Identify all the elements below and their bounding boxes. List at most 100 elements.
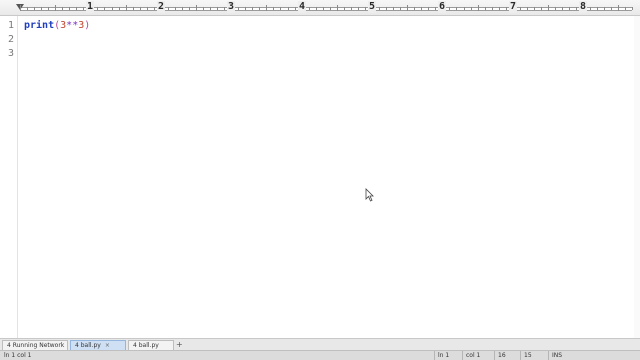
ruler-tick [618, 5, 619, 11]
ruler-tick [48, 7, 49, 10]
ruler-number: 5 [367, 1, 377, 13]
ruler-tick [499, 7, 500, 10]
ruler-tick [548, 5, 549, 11]
ruler-tick [435, 7, 436, 10]
ruler-tick [506, 7, 507, 10]
close-icon[interactable]: × [105, 342, 110, 349]
ruler-tick [140, 7, 141, 10]
ruler-tick [119, 7, 120, 10]
ruler-tick [189, 7, 190, 10]
ruler-tick [520, 7, 521, 10]
ruler-tick [485, 7, 486, 10]
status-column: col 1 [462, 351, 480, 360]
code-operator: ** [66, 20, 79, 31]
ruler-number: 3 [226, 1, 236, 13]
ruler-number: 2 [156, 1, 166, 13]
ruler-tick [34, 7, 35, 10]
ruler-tick [576, 7, 577, 10]
column-ruler: 1 2 3 4 5 6 7 8 [0, 0, 640, 16]
ruler-tick [288, 7, 289, 10]
ruler-tick [597, 7, 598, 10]
ruler-tick [196, 5, 197, 11]
ruler-tick [316, 7, 317, 10]
status-cell: 16 [494, 351, 506, 360]
status-cell: 15 [520, 351, 532, 360]
code-keyword: print [24, 20, 55, 31]
status-line: ln 1 [434, 351, 449, 360]
line-number: 3 [7, 48, 14, 59]
new-tab-button[interactable]: + [176, 339, 183, 350]
ruler-tick [210, 7, 211, 10]
ruler-tick [55, 5, 56, 11]
tab-ball[interactable]: 4 ball.py [128, 340, 174, 350]
ruler-tick [273, 7, 274, 10]
ruler-tick [323, 7, 324, 10]
status-bar: ln 1 col 1 ln 1 col 1 16 15 INS [0, 350, 640, 360]
status-position: ln 1 col 1 [4, 352, 32, 359]
line-number-gutter: 1 2 3 [0, 16, 18, 338]
ruler-tick [133, 7, 134, 10]
ruler-tick [358, 7, 359, 10]
ruler-tick [414, 7, 415, 10]
ruler-tick [569, 7, 570, 10]
tab-ball-active[interactable]: 4 ball.py × [70, 340, 126, 350]
ruler-tick [76, 7, 77, 10]
ruler-tick [20, 5, 21, 11]
ruler-tick [182, 7, 183, 10]
ruler-tick [625, 7, 626, 10]
ruler-tick [154, 7, 155, 10]
ruler-tick [238, 7, 239, 10]
ruler-tick [217, 7, 218, 10]
vertical-scrollbar[interactable] [634, 16, 640, 338]
line-number: 1 [7, 20, 14, 31]
code-line[interactable]: print(3**3) [24, 19, 90, 33]
ruler-tick [330, 7, 331, 10]
ruler-tick [421, 7, 422, 10]
tab-label: 4 Running Network [7, 342, 65, 349]
ruler-tick [351, 7, 352, 10]
status-insert-mode: INS [548, 351, 562, 360]
ruler-tick [168, 7, 169, 10]
ruler-number: 6 [437, 1, 447, 13]
ruler-tick [309, 7, 310, 10]
ruler-number: 7 [508, 1, 518, 13]
ruler-tick [386, 7, 387, 10]
ruler-tick [555, 7, 556, 10]
ruler-tick [259, 7, 260, 10]
ruler-tick [379, 7, 380, 10]
ruler-tick [280, 7, 281, 10]
ruler-tick [83, 7, 84, 10]
ruler-tick [337, 5, 338, 11]
ruler-tick [252, 7, 253, 10]
ruler-tick [41, 7, 42, 10]
document-tab-bar: 4 Running Network 4 ball.py × 4 ball.py + [0, 338, 640, 350]
ruler-tick [464, 7, 465, 10]
ruler-number: 1 [85, 1, 95, 13]
ruler-tick [295, 7, 296, 10]
tab-running-network[interactable]: 4 Running Network [2, 340, 68, 350]
ruler-tick [562, 7, 563, 10]
ruler-tick [393, 7, 394, 10]
text-cursor-icon [365, 188, 374, 202]
tab-label: 4 ball.py [75, 342, 101, 349]
ruler-tick [27, 7, 28, 10]
ruler-tick [534, 7, 535, 10]
ruler-tick [175, 7, 176, 10]
ruler-tick [104, 7, 105, 10]
ruler-tick [344, 7, 345, 10]
ruler-number: 4 [297, 1, 307, 13]
ruler-tick [126, 5, 127, 11]
ruler-tick [407, 5, 408, 11]
ruler-tick [62, 7, 63, 10]
code-paren: ) [84, 20, 91, 31]
ruler-tick [456, 7, 457, 10]
code-editor[interactable]: 1 2 3 print(3**3) [0, 16, 640, 338]
ruler-tick [400, 7, 401, 10]
ruler-tick [203, 7, 204, 10]
ruler-tick [147, 7, 148, 10]
ruler-tick [632, 7, 633, 10]
ruler-tick [471, 7, 472, 10]
ruler-tick [478, 5, 479, 11]
ruler-tick [97, 7, 98, 10]
ruler-tick [611, 7, 612, 10]
